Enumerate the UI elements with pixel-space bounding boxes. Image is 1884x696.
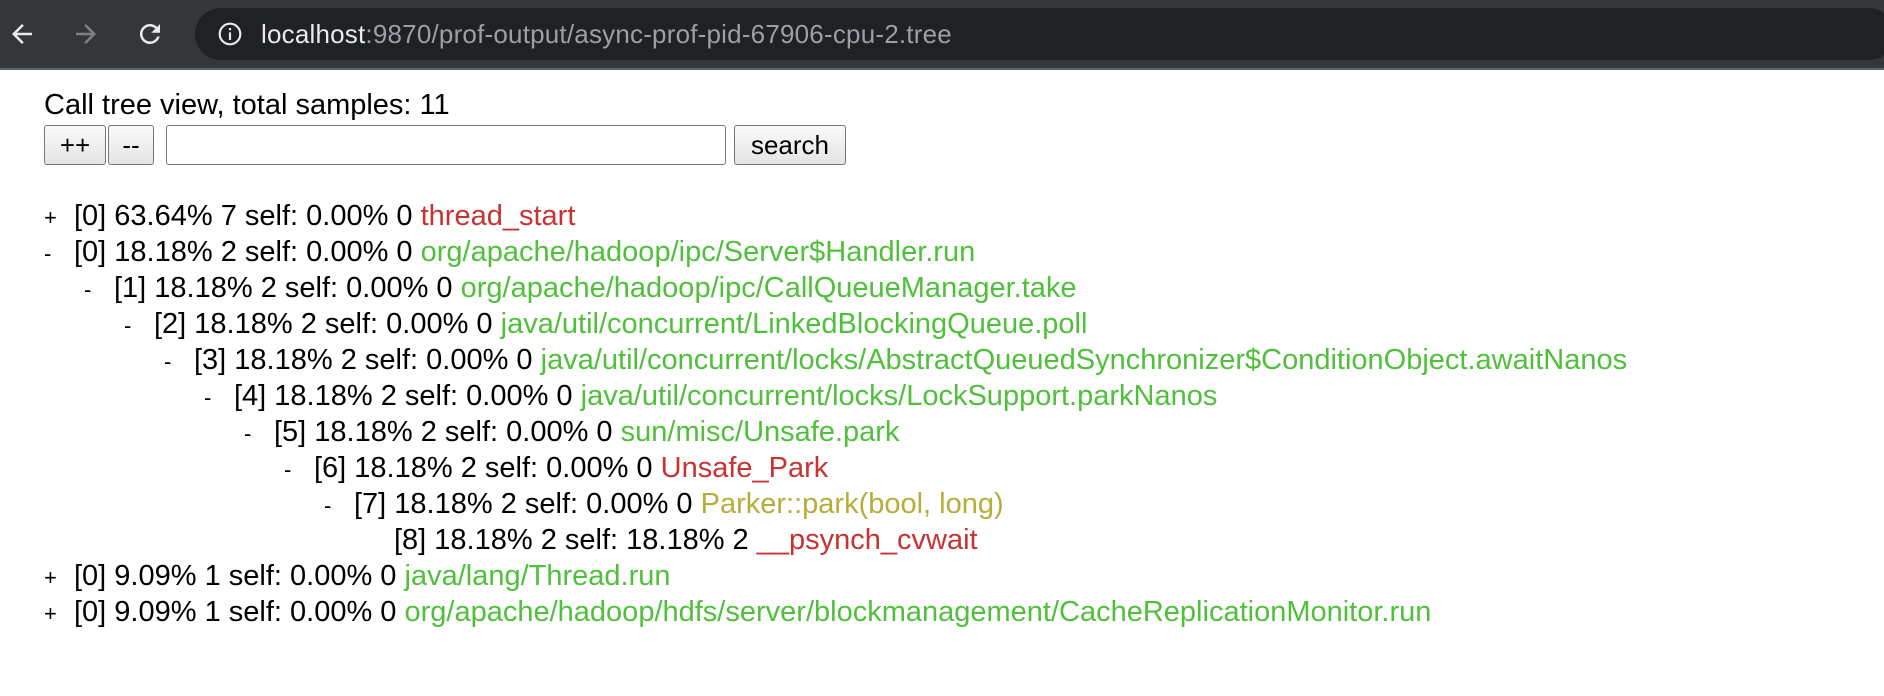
tree-node: + [0] 63.64% 7 self: 0.00% 0 thread_start bbox=[44, 198, 1884, 234]
expand-toggle[interactable]: + bbox=[44, 200, 74, 236]
forward-button[interactable] bbox=[67, 15, 105, 53]
tree-node: - [0] 18.18% 2 self: 0.00% 0 org/apache/h… bbox=[44, 234, 1884, 270]
collapse-toggle[interactable]: - bbox=[84, 272, 114, 308]
tree-node: - [6] 18.18% 2 self: 0.00% 0 Unsafe_Park bbox=[44, 450, 1884, 486]
collapse-toggle[interactable]: - bbox=[44, 236, 74, 272]
node-stats: [6] 18.18% 2 self: 0.00% 0 bbox=[314, 452, 653, 484]
frame-name: java/lang/Thread.run bbox=[404, 560, 671, 592]
frame-name: java/util/concurrent/locks/AbstractQueue… bbox=[540, 344, 1628, 376]
frame-name: sun/misc/Unsafe.park bbox=[620, 416, 900, 448]
frame-name: java/util/concurrent/locks/LockSupport.p… bbox=[580, 380, 1218, 412]
url-path: :9870/prof-output/async-prof-pid-67906-c… bbox=[365, 18, 952, 49]
expand-toggle[interactable]: + bbox=[44, 560, 74, 596]
node-stats: [0] 63.64% 7 self: 0.00% 0 bbox=[74, 200, 413, 232]
frame-name: org/apache/hadoop/ipc/CallQueueManager.t… bbox=[460, 272, 1077, 304]
collapse-toggle[interactable]: - bbox=[244, 416, 274, 452]
frame-name: org/apache/hadoop/ipc/Server$Handler.run bbox=[420, 236, 976, 268]
tree-node: - [7] 18.18% 2 self: 0.00% 0 Parker::park… bbox=[44, 486, 1884, 522]
collapse-toggle[interactable]: - bbox=[124, 308, 154, 344]
collapse-toggle[interactable]: - bbox=[204, 380, 234, 416]
browser-toolbar: localhost:9870/prof-output/async-prof-pi… bbox=[0, 0, 1884, 70]
node-stats: [3] 18.18% 2 self: 0.00% 0 bbox=[194, 344, 533, 376]
tree-node: [8] 18.18% 2 self: 18.18% 2 __psynch_cvw… bbox=[44, 522, 1884, 558]
tree-node: - [4] 18.18% 2 self: 0.00% 0 java/util/co… bbox=[44, 378, 1884, 414]
frame-name: org/apache/hadoop/hdfs/server/blockmanag… bbox=[404, 596, 1432, 628]
collapse-all-button[interactable]: -- bbox=[108, 125, 154, 165]
expand-all-button[interactable]: ++ bbox=[44, 125, 106, 165]
expand-toggle[interactable]: + bbox=[44, 596, 74, 632]
reload-icon bbox=[139, 23, 160, 44]
tree-node: - [5] 18.18% 2 self: 0.00% 0 sun/misc/Uns… bbox=[44, 414, 1884, 450]
search-input[interactable] bbox=[166, 125, 726, 165]
search-button[interactable]: search bbox=[734, 125, 846, 165]
node-stats: [4] 18.18% 2 self: 0.00% 0 bbox=[234, 380, 573, 412]
node-stats: [1] 18.18% 2 self: 0.00% 0 bbox=[114, 272, 453, 304]
reload-button[interactable] bbox=[131, 15, 169, 53]
frame-name: thread_start bbox=[420, 200, 576, 232]
collapse-toggle[interactable]: - bbox=[164, 344, 194, 380]
frame-name: Parker::park(bool, long) bbox=[700, 488, 1004, 520]
tree-node: + [0] 9.09% 1 self: 0.00% 0 org/apache/ha… bbox=[44, 594, 1884, 630]
node-stats: [0] 9.09% 1 self: 0.00% 0 bbox=[74, 560, 397, 592]
back-button[interactable] bbox=[3, 15, 41, 53]
address-bar[interactable]: localhost:9870/prof-output/async-prof-pi… bbox=[195, 8, 1884, 60]
tree-node: - [1] 18.18% 2 self: 0.00% 0 org/apache/h… bbox=[44, 270, 1884, 306]
arrow-left-icon bbox=[12, 24, 32, 44]
node-stats: [7] 18.18% 2 self: 0.00% 0 bbox=[354, 488, 693, 520]
frame-name: java/util/concurrent/LinkedBlockingQueue… bbox=[500, 308, 1088, 340]
node-stats: [0] 18.18% 2 self: 0.00% 0 bbox=[74, 236, 413, 268]
tree-node: + [0] 9.09% 1 self: 0.00% 0 java/lang/Thr… bbox=[44, 558, 1884, 594]
arrow-right-icon bbox=[76, 24, 96, 44]
url-host: localhost bbox=[261, 18, 366, 49]
node-stats: [2] 18.18% 2 self: 0.00% 0 bbox=[154, 308, 493, 340]
node-stats: [5] 18.18% 2 self: 0.00% 0 bbox=[274, 416, 613, 448]
collapse-toggle[interactable]: - bbox=[284, 452, 314, 488]
page-content: Call tree view, total samples: 11 ++ -- … bbox=[0, 72, 1884, 696]
frame-name: Unsafe_Park bbox=[660, 452, 829, 484]
frame-name: __psynch_cvwait bbox=[756, 524, 978, 556]
info-icon[interactable] bbox=[217, 21, 243, 47]
tree-node: - [2] 18.18% 2 self: 0.00% 0 java/util/co… bbox=[44, 306, 1884, 342]
url-text[interactable]: localhost:9870/prof-output/async-prof-pi… bbox=[261, 19, 952, 50]
node-stats: [0] 9.09% 1 self: 0.00% 0 bbox=[74, 596, 397, 628]
tree-node: - [3] 18.18% 2 self: 0.00% 0 java/util/co… bbox=[44, 342, 1884, 378]
node-stats: [8] 18.18% 2 self: 18.18% 2 bbox=[394, 524, 749, 556]
page-title: Call tree view, total samples: 11 bbox=[44, 89, 450, 121]
collapse-toggle[interactable]: - bbox=[324, 488, 354, 524]
call-tree: + [0] 63.64% 7 self: 0.00% 0 thread_start… bbox=[44, 198, 1884, 630]
